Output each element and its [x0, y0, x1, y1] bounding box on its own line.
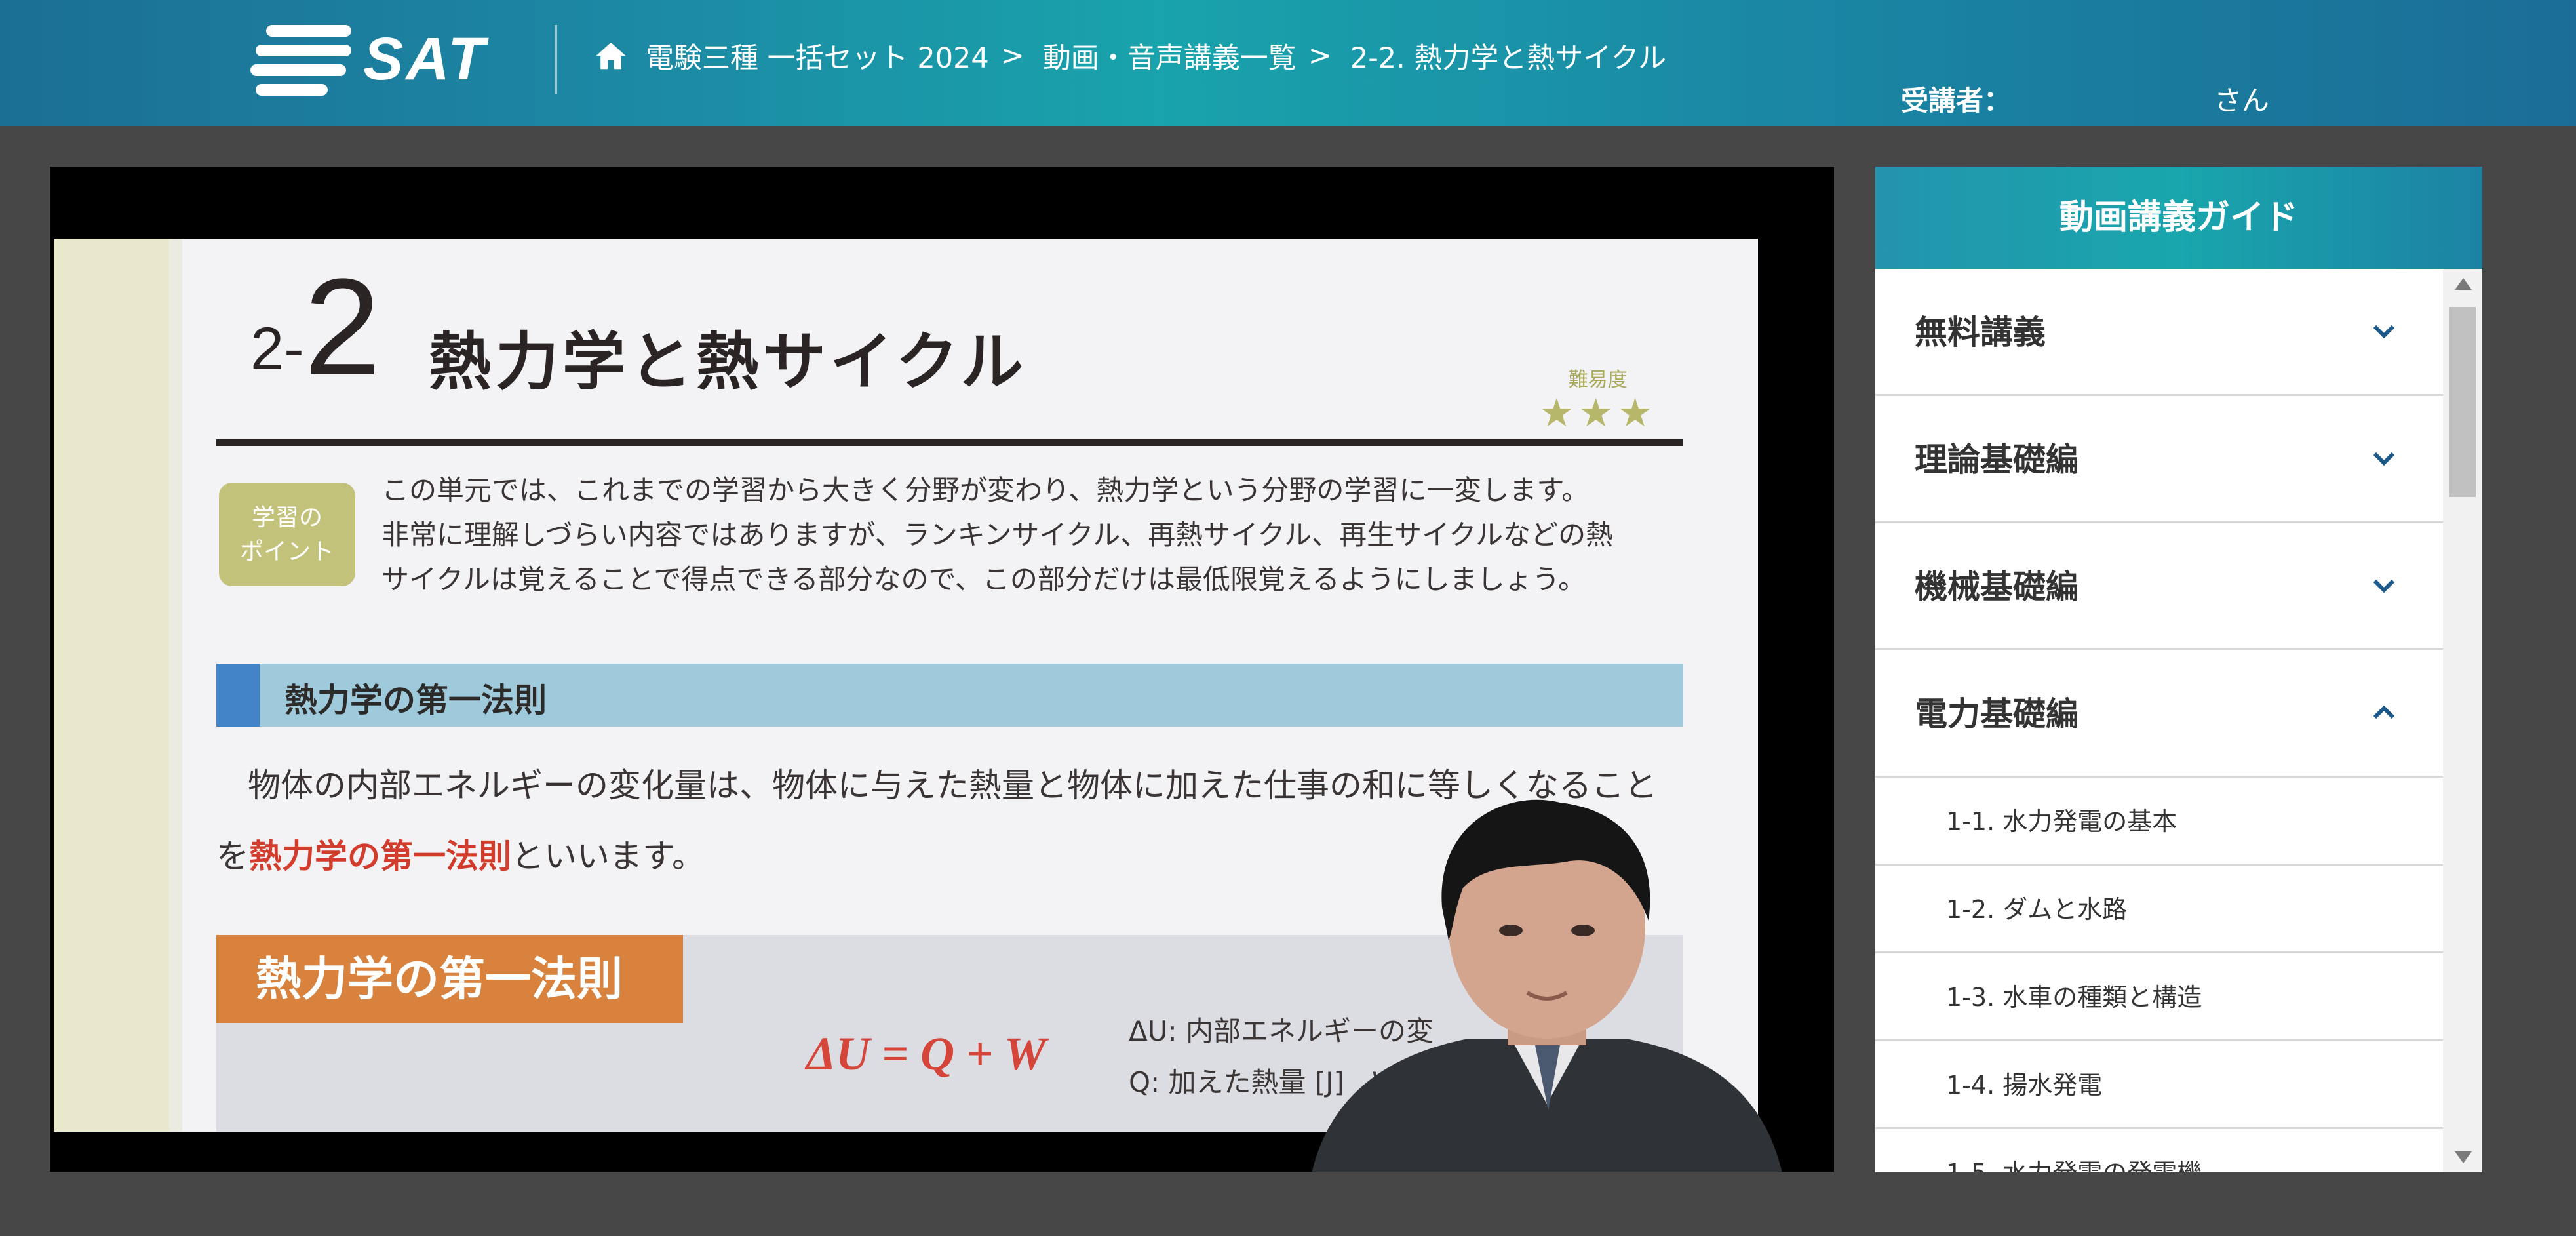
top-header: SAT 電験三種 一括セット 2024 > 動画・音声講義一覧 > 2-2. 熱… [0, 0, 2576, 126]
learning-point-text: この単元では、これまでの学習から大きく分野が変わり、熱力学という分野の学習に一変… [381, 474, 1614, 595]
lecture-item[interactable]: 1-4. 揚水発電 [1875, 1041, 2443, 1129]
chevron-down-icon [2373, 579, 2395, 593]
category-power-basics[interactable]: 電力基礎編 [1875, 650, 2443, 778]
lecture-item[interactable]: 1-2. ダムと水路 [1875, 866, 2443, 953]
breadcrumb-item-current: 2-2. 熱力学と熱サイクル [1350, 42, 1667, 75]
chevron-up-icon [2373, 705, 2395, 719]
title-rule [216, 439, 1683, 446]
header-divider [555, 25, 557, 94]
lesson-number: 2-2 [250, 250, 381, 404]
guide-panel-title: 動画講義ガイド [1875, 167, 2482, 269]
logo-bar-icon [256, 84, 328, 96]
category-free-lectures[interactable]: 無料講義 [1875, 269, 2443, 396]
star-icon: ★★★ [1539, 390, 1657, 436]
section-marker [216, 664, 260, 727]
lecture-item[interactable]: 1-1. 水力発電の基本 [1875, 778, 2443, 866]
lesson-title: 熱力学と熱サイクル [429, 325, 1028, 399]
learning-point-badge: 学習の ポイント [219, 483, 355, 586]
sat-logo[interactable]: SAT [250, 25, 493, 96]
breadcrumb-separator: > [1000, 39, 1025, 72]
scrollbar-thumb[interactable] [2449, 307, 2476, 497]
breadcrumb-item-lecture-list[interactable]: 動画・音声講義一覧 [1043, 35, 1297, 76]
chevron-down-icon [2373, 325, 2395, 339]
slide-side-strip [54, 239, 169, 1132]
slide-side-strip [169, 239, 182, 1132]
lecture-item[interactable]: 1-5. 水力発電の発電機 [1875, 1129, 2443, 1172]
section-heading: 熱力学の第一法則 [216, 664, 1683, 727]
lecture-item[interactable]: 1-3. 水車の種類と構造 [1875, 953, 2443, 1041]
guide-panel-list: 無料講義 理論基礎編 機械基礎編 電力基礎編 1-1. 水力発電の基本 1-2.… [1875, 269, 2482, 1172]
difficulty-label: 難易度 [1568, 369, 1628, 391]
user-info: 受講者： さん [1901, 79, 2269, 119]
category-theory-basics[interactable]: 理論基礎編 [1875, 396, 2443, 523]
formula-title: 熱力学の第一法則 [216, 935, 683, 1023]
breadcrumb-separator: > [1308, 39, 1332, 72]
video-player[interactable]: 2-2 熱力学と熱サイクル 難易度 ★★★ 学習の ポイント この単元では、これ… [50, 167, 1834, 1172]
guide-scrollbar[interactable] [2443, 269, 2482, 1172]
logo-bar-icon [256, 45, 351, 56]
highlight-term: 熱力学の第一法則 [249, 837, 511, 875]
logo-bar-icon [250, 64, 346, 76]
formula-equation: ΔU = Q + W [806, 1027, 1046, 1080]
scroll-down-icon[interactable] [2455, 1151, 2472, 1163]
logo-text: SAT [363, 26, 488, 92]
breadcrumb: 電験三種 一括セット 2024 > 動画・音声講義一覧 > 2-2. 熱力学と熱… [593, 34, 1666, 77]
scroll-up-icon[interactable] [2455, 278, 2472, 290]
presenter-video-overlay [1312, 799, 1782, 1172]
chevron-down-icon [2373, 452, 2395, 466]
logo-bar-icon [266, 25, 351, 37]
difficulty-rating: 難易度 ★★★ [1539, 363, 1656, 434]
home-icon[interactable] [593, 38, 629, 73]
breadcrumb-item-course[interactable]: 電験三種 一括セット 2024 [646, 35, 989, 76]
user-suffix: さん [2214, 85, 2270, 117]
category-machine-basics[interactable]: 機械基礎編 [1875, 523, 2443, 650]
user-label: 受講者： [1901, 85, 2012, 117]
